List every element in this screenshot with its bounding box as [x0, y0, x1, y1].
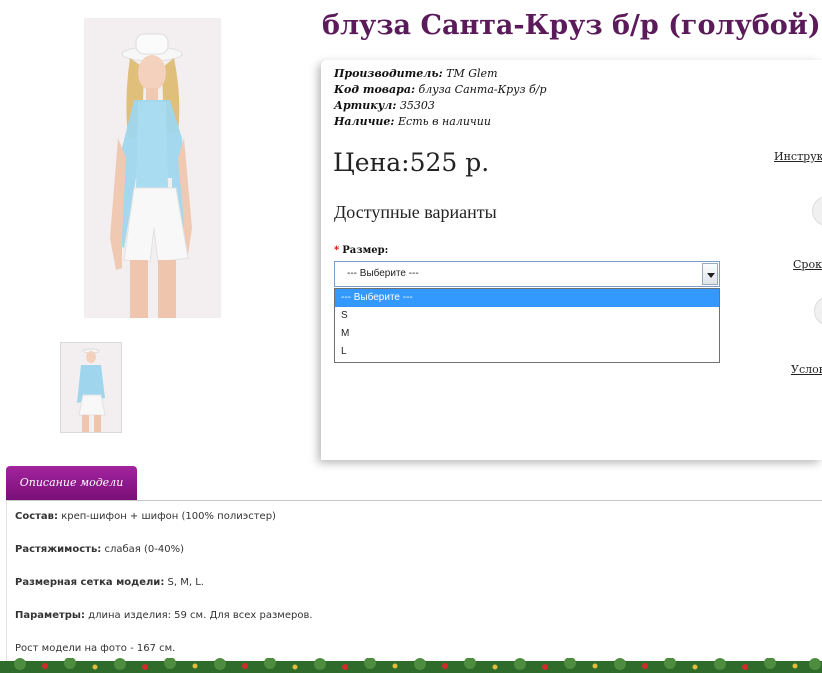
sizes-row: Размерная сетка модели: S, M, L. — [15, 577, 204, 588]
required-marker: * — [334, 245, 340, 256]
sku-label: Артикул: — [334, 99, 397, 112]
product-price: Цена:525 р. — [333, 148, 490, 177]
chevron-down-icon[interactable] — [702, 263, 718, 285]
size-select-value: --- Выберите --- — [347, 268, 419, 279]
size-option-l[interactable]: L — [335, 343, 719, 361]
availability-row: Наличие: Есть в наличии — [334, 114, 547, 130]
manufacturer-label: Производитель: — [334, 67, 443, 80]
product-photo-illustration — [84, 18, 221, 318]
tab-divider — [6, 500, 822, 501]
product-meta: Производитель: TM Glem Код товара: блуза… — [334, 66, 547, 130]
composition-label: Состав: — [15, 511, 59, 522]
params-row: Параметры: длина изделия: 59 см. Для все… — [15, 610, 313, 621]
manufacturer-row: Производитель: TM Glem — [334, 66, 547, 82]
size-option-s[interactable]: S — [335, 307, 719, 325]
variants-heading: Доступные варианты — [334, 202, 497, 222]
code-row: Код товара: блуза Санта-Круз б/р — [334, 82, 547, 98]
code-label: Код товара: — [334, 83, 416, 96]
tab-description[interactable]: Описание модели — [6, 466, 137, 500]
conditions-link[interactable]: Услов — [791, 363, 822, 376]
tab-content-border — [6, 500, 7, 673]
composition-value: креп-шифон + шифон (100% полиэстер) — [61, 511, 276, 522]
stretch-value: слабая (0-40%) — [104, 544, 184, 555]
manufacturer-value[interactable]: TM Glem — [446, 67, 497, 80]
params-value: длина изделия: 59 см. Для всех размеров. — [88, 610, 313, 621]
product-thumbnail[interactable] — [60, 342, 122, 433]
code-value: блуза Санта-Круз б/р — [418, 83, 547, 96]
availability-label: Наличие: — [334, 115, 395, 128]
sku-value: 35303 — [399, 99, 435, 112]
availability-value: Есть в наличии — [398, 115, 491, 128]
thumbnail-illustration — [61, 343, 121, 432]
size-label-text: Размер: — [342, 245, 389, 256]
garland-decoration — [0, 658, 822, 673]
size-select[interactable]: --- Выберите --- — [334, 261, 720, 287]
terms-link[interactable]: Сроки — [793, 258, 822, 271]
garland-illustration — [0, 658, 822, 673]
product-image[interactable] — [84, 18, 221, 318]
product-title: блуза Санта-Круз б/р (голубой) — [322, 10, 821, 41]
model-height-row: Рост модели на фото - 167 см. — [15, 643, 176, 654]
composition-row: Состав: креп-шифон + шифон (100% полиэст… — [15, 511, 276, 522]
stretch-row: Растяжимость: слабая (0-40%) — [15, 544, 184, 555]
size-option-placeholder[interactable]: --- Выберите --- — [335, 289, 719, 307]
sizes-value: S, M, L. — [167, 577, 204, 588]
params-label: Параметры: — [15, 610, 85, 621]
sku-row: Артикул: 35303 — [334, 98, 547, 114]
instructions-link[interactable]: Инструкц — [774, 150, 822, 163]
sizes-label: Размерная сетка модели: — [15, 577, 165, 588]
size-option-m[interactable]: M — [335, 325, 719, 343]
size-label: * Размер: — [334, 245, 388, 256]
size-dropdown-list[interactable]: --- Выберите --- S M L — [334, 288, 720, 363]
stretch-label: Растяжимость: — [15, 544, 102, 555]
